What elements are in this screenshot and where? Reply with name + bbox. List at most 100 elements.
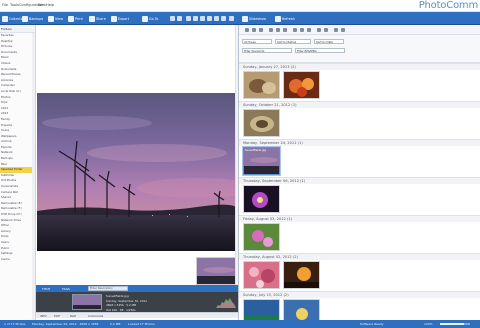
- print-button[interactable]: Print: [68, 14, 83, 23]
- calendar-icon[interactable]: [300, 28, 304, 32]
- info-thumbnail: [72, 294, 102, 310]
- list-view-icon[interactable]: [252, 28, 256, 32]
- settings-icon[interactable]: [334, 28, 338, 32]
- photo-thumbnail[interactable]: [283, 71, 320, 99]
- keyword-search-input[interactable]: Filter Keywords: [242, 48, 292, 53]
- rotate-right-icon[interactable]: [193, 16, 198, 21]
- tab-exif[interactable]: EXIF: [54, 314, 60, 318]
- photo-thumbnail[interactable]: [243, 223, 280, 251]
- day-header-date: Thursday, August 02, 2012: [243, 255, 292, 259]
- photo-thumbnail[interactable]: [243, 261, 280, 289]
- folder-item[interactable]: Cache: [0, 257, 35, 263]
- photo-thumbnail[interactable]: [243, 185, 280, 213]
- day-header-count: (1): [297, 141, 303, 145]
- map-icon[interactable]: [317, 28, 321, 32]
- photo-viewer: [36, 25, 238, 320]
- menu-web[interactable]: Web: [38, 3, 46, 7]
- share-button[interactable]: Share: [89, 14, 106, 23]
- photo-thumbnail[interactable]: [283, 261, 320, 289]
- sort-icon[interactable]: [269, 28, 273, 32]
- slideshow-icon: [242, 15, 248, 22]
- day-header: Friday, August 03, 2012 (1): [239, 215, 480, 222]
- navigator-preview: [197, 258, 236, 284]
- next-icon[interactable]: [177, 16, 182, 21]
- caption-strip: TITLE TAGS Enter Description: [36, 285, 238, 292]
- prev-icon[interactable]: [170, 16, 175, 21]
- goto-button[interactable]: Go To: [142, 14, 158, 23]
- selected-photo-thumbnail[interactable]: SunsetFields.jpg: [242, 146, 281, 176]
- slideshow-button[interactable]: Slideshow: [242, 14, 266, 23]
- navigator-thumbnail[interactable]: [196, 257, 237, 285]
- folder-scrollbar[interactable]: [32, 33, 35, 320]
- zoom-out-icon[interactable]: [207, 16, 212, 21]
- folder-panel-header: Folders: [0, 25, 35, 33]
- histogram-chart: [216, 298, 236, 308]
- status-size: 5.2 MB: [110, 322, 121, 326]
- goto-label: Go To: [149, 16, 159, 21]
- status-progress-bar: [440, 323, 470, 325]
- thumb-image: [284, 262, 319, 288]
- gallery-panel: All Types Sort by Rating Sort by Date Fi…: [238, 25, 480, 320]
- zoom-in-icon[interactable]: [200, 16, 205, 21]
- details-view-icon[interactable]: [259, 28, 263, 32]
- view-icon: [48, 15, 54, 22]
- type-select[interactable]: All Types: [242, 39, 272, 44]
- main-toolbar: Collection Backups View Print Share Expo…: [0, 12, 480, 25]
- info-camera: ISO 100 · f/8 · 1/250s: [106, 307, 136, 312]
- people-icon[interactable]: [324, 28, 328, 32]
- date-select[interactable]: Sort by Date: [314, 39, 344, 44]
- filter-icon[interactable]: [276, 28, 280, 32]
- status-zoom: 100%: [424, 322, 433, 326]
- share-label: Share: [96, 16, 106, 21]
- refresh-button[interactable]: Refresh: [275, 14, 295, 23]
- day-header-count: (2): [290, 65, 296, 69]
- thumb-image: [244, 300, 279, 320]
- print-icon: [68, 15, 74, 22]
- view-button[interactable]: View: [48, 14, 63, 23]
- day-header-date: Monday, September 24, 2012: [243, 141, 297, 145]
- star-icon[interactable]: [283, 28, 287, 32]
- goto-icon: [142, 15, 148, 22]
- photo-thumbnail[interactable]: [283, 299, 320, 320]
- tag-icon[interactable]: [293, 28, 297, 32]
- tags-button[interactable]: TAGS: [62, 287, 70, 291]
- fit-icon[interactable]: [214, 16, 219, 21]
- close-icon[interactable]: [341, 28, 345, 32]
- status-count: 1 of 17 Photos: [4, 322, 26, 326]
- title-button[interactable]: TITLE: [42, 287, 50, 291]
- photo-thumbnail[interactable]: [243, 71, 280, 99]
- info-date: Sunday, September 30, 2012: [106, 298, 148, 303]
- tab-comments[interactable]: Comments: [88, 314, 103, 318]
- thumb-image: [244, 148, 279, 174]
- selected-thumb-caption: SunsetFields.jpg: [245, 149, 267, 152]
- view-label: View: [55, 16, 64, 21]
- backup-icon: [22, 15, 28, 22]
- description-input[interactable]: Enter Description: [88, 286, 128, 291]
- photo-thumbnail[interactable]: [243, 299, 280, 320]
- rating-select[interactable]: Sort by Rating: [275, 39, 311, 44]
- delete-icon[interactable]: [229, 16, 234, 21]
- export-button[interactable]: Export: [111, 14, 129, 23]
- backups-button[interactable]: Backups: [22, 14, 43, 23]
- menu-help[interactable]: Help: [46, 3, 54, 7]
- main-photo[interactable]: [37, 93, 238, 251]
- day-header-count: (2): [292, 255, 298, 259]
- day-header-date: Thursday, September 06, 2012: [243, 179, 300, 183]
- tab-map[interactable]: MAP: [70, 314, 76, 318]
- wind-turbine-photo: [37, 93, 238, 251]
- menu-tools[interactable]: Tools: [10, 3, 19, 7]
- grid-view-icon[interactable]: [245, 28, 249, 32]
- folder-icon[interactable]: [307, 28, 311, 32]
- tab-info[interactable]: INFO: [40, 314, 47, 318]
- filter-eps-input[interactable]: Filter EPS/JPEG: [295, 48, 345, 53]
- backups-label: Backups: [29, 16, 44, 21]
- fullscreen-icon[interactable]: [221, 16, 226, 21]
- share-icon: [89, 15, 95, 22]
- photo-thumbnail[interactable]: [243, 109, 280, 137]
- menu-file[interactable]: File: [2, 3, 8, 7]
- export-icon: [111, 15, 117, 22]
- folder-tree: Favorites Desktop Pictures Documents Music Vi…: [0, 33, 35, 262]
- rotate-left-icon[interactable]: [186, 16, 191, 21]
- slideshow-label: Slideshow: [249, 16, 267, 21]
- day-header-count: (1): [300, 179, 306, 183]
